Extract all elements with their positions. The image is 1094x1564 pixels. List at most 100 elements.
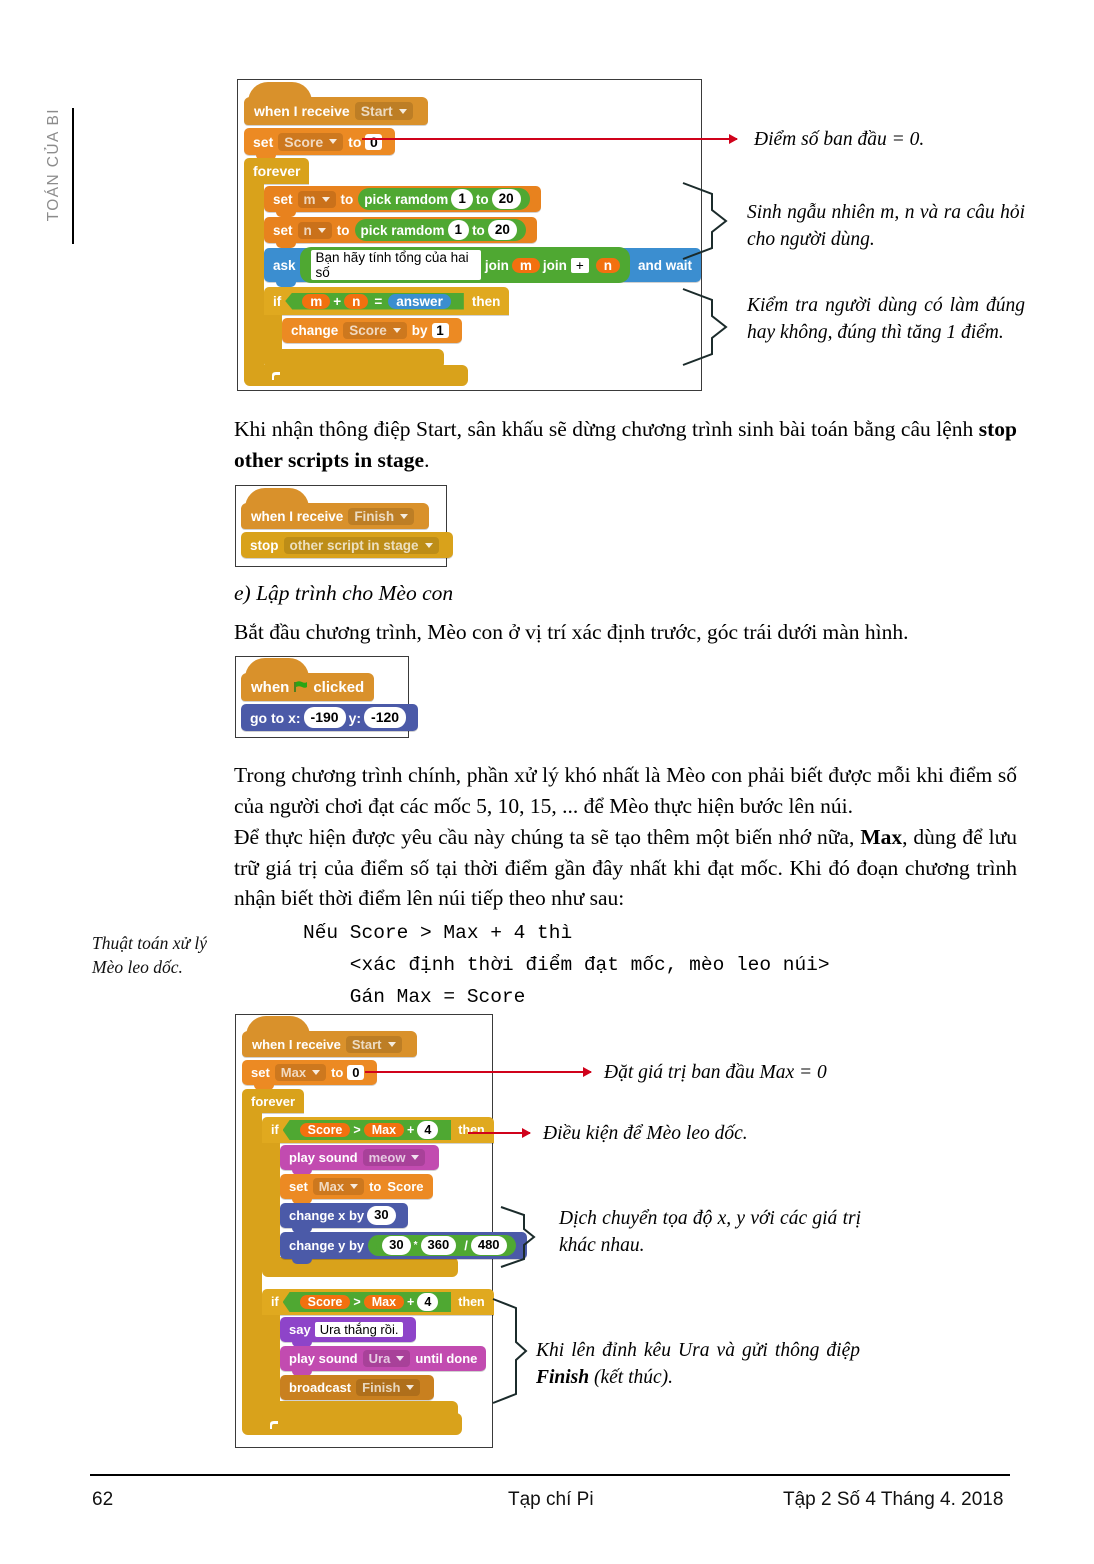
figure-2-frame: when I receive Finish stop other script … (235, 485, 453, 567)
dropdown-variable[interactable]: m (297, 190, 336, 208)
dropdown-value: n (303, 222, 312, 238)
input-value[interactable]: 0 (365, 133, 383, 150)
block-if-header[interactable]: if m + n = answer then (264, 287, 510, 315)
boolean-equals[interactable]: m + n = answer (285, 292, 464, 310)
block-when-i-receive[interactable]: when I receive Start (244, 82, 428, 125)
green-flag-icon (294, 681, 308, 693)
footer-journal-name: Tạp chí Pi (508, 1489, 594, 1510)
chevron-down-icon (321, 196, 330, 202)
pseudocode-line-2: <xác định thời điểm đạt mốc, mèo leo núi… (303, 954, 830, 976)
operator-plus: + (407, 1295, 415, 1309)
input-plus-sign[interactable]: + (570, 257, 589, 273)
block-when-i-receive[interactable]: when I receive Start (242, 1016, 417, 1057)
figure-3-frame: when clicked go to x: -190 y: -120 (235, 656, 419, 738)
block-change-score[interactable]: change Score by 1 (282, 318, 462, 343)
block-say[interactable]: say Ura thắng rồi. (280, 1317, 417, 1347)
figure-4-frame: when I receive Start set Max to 0 foreve… (235, 1014, 527, 1448)
operator-equals: = (374, 293, 383, 309)
reporter-answer[interactable]: answer (388, 293, 451, 309)
block-play-sound-until-done[interactable]: play sound Ura until done (280, 1346, 487, 1376)
block-label-set: set (251, 1065, 270, 1080)
dropdown-value: Finish (354, 508, 395, 524)
dropdown-stop-target[interactable]: other script in stage (283, 536, 439, 554)
reporter-label-join: join (542, 257, 567, 273)
operator-divide: / (464, 1238, 468, 1253)
variable-n[interactable]: n (595, 257, 620, 273)
dropdown-sound[interactable]: meow (362, 1149, 426, 1166)
dropdown-message[interactable]: Finish (348, 507, 415, 525)
boolean-greater-than[interactable]: Score > Max + 4 (282, 1291, 452, 1313)
variable-n[interactable]: n (344, 293, 369, 309)
paragraph-main-program: Trong chương trình chính, phần xử lý khó… (234, 763, 1017, 818)
block-when-flag-clicked[interactable]: when clicked (241, 658, 375, 701)
variable-m[interactable]: m (511, 257, 540, 273)
dropdown-variable[interactable]: Score (278, 132, 344, 151)
input-from[interactable]: 1 (447, 220, 470, 240)
block-label-forever: forever (253, 163, 301, 179)
input-from[interactable]: 1 (451, 189, 473, 209)
forever-left-arm (244, 184, 264, 365)
variable-max[interactable]: Max (363, 1295, 405, 1309)
reporter-label-join: join (484, 257, 509, 273)
reporter-label-to: to (475, 191, 489, 207)
dropdown-variable[interactable]: Max (274, 1064, 327, 1081)
block-label-set: set (273, 191, 293, 207)
block-label-when-i-receive: when I receive (251, 508, 344, 524)
block-set-max[interactable]: set Max to 0 (242, 1060, 378, 1090)
dropdown-variable[interactable]: n (297, 221, 332, 239)
dropdown-sound[interactable]: Ura (362, 1350, 411, 1367)
input-y-b[interactable]: 360 (420, 1236, 457, 1255)
input-say-text[interactable]: Ura thắng rồi. (314, 1322, 404, 1337)
input-threshold[interactable]: 4 (417, 1120, 439, 1140)
block-change-x-by[interactable]: change x by 30 (280, 1203, 408, 1233)
block-set-m[interactable]: set m to pick ramdom 1 to 20 (264, 186, 541, 217)
reporter-join-outer[interactable]: Bạn hãy tính tổng của hai số join m join… (299, 247, 630, 283)
paragraph-tail: . (424, 447, 430, 472)
dropdown-message[interactable]: Finish (356, 1379, 421, 1396)
variable-max[interactable]: Max (363, 1123, 405, 1137)
reporter-pick-random[interactable]: pick ramdom 1 to 20 (358, 188, 530, 210)
block-forever-header[interactable]: forever (242, 1089, 305, 1113)
reporter-multiply[interactable]: 30 * 360 (376, 1236, 463, 1255)
chevron-down-icon (317, 227, 326, 233)
block-broadcast[interactable]: broadcast Finish (280, 1375, 435, 1400)
chevron-down-icon (350, 1184, 359, 1189)
reporter-pick-random[interactable]: pick ramdom 1 to 20 (354, 219, 526, 241)
dropdown-message[interactable]: Start (354, 102, 413, 120)
input-to[interactable]: 20 (491, 189, 521, 209)
block-if-header[interactable]: if Score > Max + 4 then (262, 1289, 494, 1315)
input-to[interactable]: 20 (487, 220, 517, 240)
block-change-y-by[interactable]: change y by 30 * 360 / 480 (280, 1232, 527, 1264)
block-set-max-to-score[interactable]: set Max to Score (280, 1174, 433, 1204)
variable-m[interactable]: m (302, 293, 331, 309)
boolean-greater-than[interactable]: Score > Max + 4 (282, 1119, 452, 1141)
chevron-down-icon (392, 328, 401, 333)
reporter-label: pick ramdom (364, 191, 449, 207)
block-if-header[interactable]: if Score > Max + 4 then (262, 1117, 494, 1143)
input-x-step[interactable]: 30 (367, 1206, 396, 1225)
block-ask-and-wait[interactable]: ask Bạn hãy tính tổng của hai số join m … (264, 247, 701, 287)
dropdown-message[interactable]: Start (345, 1035, 402, 1053)
input-value[interactable]: 0 (347, 1065, 365, 1080)
block-when-i-receive-finish[interactable]: when I receive Finish (241, 488, 430, 529)
input-question-text[interactable]: Bạn hãy tính tổng của hai số (310, 250, 481, 280)
reporter-divide[interactable]: 30 * 360 / 480 (368, 1235, 516, 1256)
variable-score[interactable]: Score (299, 1295, 351, 1309)
input-y-a[interactable]: 30 (382, 1236, 411, 1255)
block-set-score[interactable]: set Score to 0 (244, 128, 396, 160)
block-stop-other-scripts[interactable]: stop other script in stage (241, 532, 453, 558)
input-threshold[interactable]: 4 (417, 1292, 439, 1312)
block-set-n[interactable]: set n to pick ramdom 1 to 20 (264, 217, 537, 248)
block-play-sound-meow[interactable]: play sound meow (280, 1145, 440, 1175)
block-label-set: set (273, 222, 293, 238)
variable-score[interactable]: Score (299, 1123, 351, 1137)
input-x[interactable]: -190 (303, 707, 346, 728)
dropdown-value: Start (360, 103, 393, 119)
input-value[interactable]: 1 (431, 323, 449, 338)
input-y[interactable]: -120 (364, 707, 407, 728)
block-go-to-xy[interactable]: go to x: -190 y: -120 (241, 704, 419, 731)
dropdown-variable[interactable]: Max (312, 1178, 365, 1195)
block-label-play-sound: play sound (289, 1150, 358, 1165)
block-forever-header[interactable]: forever (244, 158, 310, 184)
dropdown-variable[interactable]: Score (343, 322, 407, 339)
